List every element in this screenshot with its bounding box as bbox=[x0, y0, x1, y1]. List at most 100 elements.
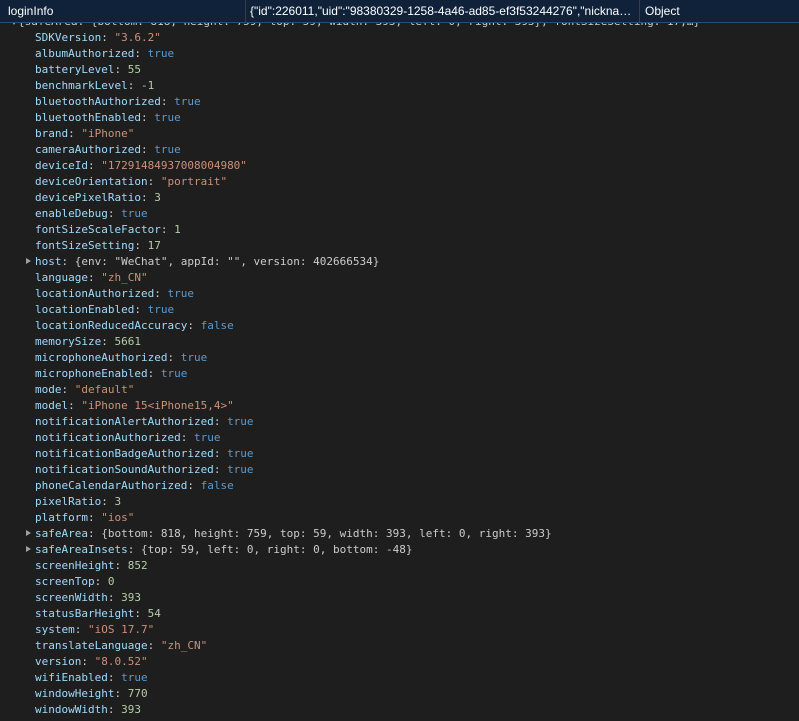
property-key: devicePixelRatio bbox=[35, 191, 141, 204]
property-key: locationAuthorized bbox=[35, 287, 155, 300]
property-value: 770 bbox=[127, 687, 148, 700]
property-value: true bbox=[154, 143, 181, 156]
property-key: windowHeight bbox=[35, 687, 115, 700]
property-key: SDKVersion bbox=[35, 31, 102, 44]
property-row-notificationSoundAuthorized[interactable]: notificationSoundAuthorized: true bbox=[0, 462, 799, 478]
property-key: notificationAuthorized bbox=[35, 431, 181, 444]
property-key: translateLanguage bbox=[35, 639, 148, 652]
triangle-right-icon[interactable] bbox=[26, 530, 31, 536]
property-row-microphoneEnabled[interactable]: microphoneEnabled: true bbox=[0, 366, 799, 382]
property-row-bluetoothAuthorized[interactable]: bluetoothAuthorized: true bbox=[0, 94, 799, 110]
property-key: notificationSoundAuthorized bbox=[35, 463, 214, 476]
property-value: "zh_CN" bbox=[160, 639, 208, 652]
property-key: screenHeight bbox=[35, 559, 115, 572]
property-value: {env: "WeChat", appId: "", version: 4026… bbox=[74, 255, 380, 268]
property-row-fontSizeSetting[interactable]: fontSizeSetting: 17 bbox=[0, 238, 799, 254]
property-value: "ios" bbox=[101, 511, 135, 524]
property-value: true bbox=[180, 351, 208, 364]
property-value: "default" bbox=[74, 383, 135, 396]
property-value: "17291484937008004980" bbox=[101, 159, 247, 172]
property-row-windowHeight[interactable]: windowHeight: 770 bbox=[0, 686, 799, 702]
property-key: microphoneEnabled bbox=[35, 367, 148, 380]
property-row-SDKVersion[interactable]: SDKVersion: "3.6.2" bbox=[0, 30, 799, 46]
variable-type: Object bbox=[639, 0, 799, 22]
property-row-windowWidth[interactable]: windowWidth: 393 bbox=[0, 702, 799, 718]
property-value: false bbox=[200, 319, 234, 332]
property-value: true bbox=[167, 287, 194, 300]
property-row-language[interactable]: language: "zh_CN" bbox=[0, 270, 799, 286]
property-row-locationEnabled[interactable]: locationEnabled: true bbox=[0, 302, 799, 318]
property-row-brand[interactable]: brand: "iPhone" bbox=[0, 126, 799, 142]
property-key: enableDebug bbox=[35, 207, 108, 220]
watch-header-row[interactable]: loginInfo {"id":226011,"uid":"98380329-1… bbox=[0, 0, 799, 23]
property-key: wifiEnabled bbox=[35, 671, 108, 684]
property-row-mode[interactable]: mode: "default" bbox=[0, 382, 799, 398]
property-row-system[interactable]: system: "iOS 17.7" bbox=[0, 622, 799, 638]
property-row-enableDebug[interactable]: enableDebug: true bbox=[0, 206, 799, 222]
property-row-screenWidth[interactable]: screenWidth: 393 bbox=[0, 590, 799, 606]
property-key: benchmarkLevel bbox=[35, 79, 128, 92]
property-row-microphoneAuthorized[interactable]: microphoneAuthorized: true bbox=[0, 350, 799, 366]
property-value: 55 bbox=[127, 63, 141, 76]
property-key: fontSizeScaleFactor bbox=[35, 223, 161, 236]
property-row-memorySize[interactable]: memorySize: 5661 bbox=[0, 334, 799, 350]
property-row-benchmarkLevel[interactable]: benchmarkLevel: -1 bbox=[0, 78, 799, 94]
property-value: true bbox=[160, 367, 188, 380]
property-key: safeArea bbox=[35, 527, 88, 540]
property-key: pixelRatio bbox=[35, 495, 102, 508]
property-row-screenTop[interactable]: screenTop: 0 bbox=[0, 574, 799, 590]
property-row-deviceOrientation[interactable]: deviceOrientation: "portrait" bbox=[0, 174, 799, 190]
property-row-devicePixelRatio[interactable]: devicePixelRatio: 3 bbox=[0, 190, 799, 206]
property-row-notificationBadgeAuthorized[interactable]: notificationBadgeAuthorized: true bbox=[0, 446, 799, 462]
property-row-host[interactable]: host: {env: "WeChat", appId: "", version… bbox=[0, 254, 799, 270]
property-value: 852 bbox=[127, 559, 148, 572]
property-key: brand bbox=[35, 127, 69, 140]
variable-value[interactable]: {"id":226011,"uid":"98380329-1258-4a46-a… bbox=[245, 0, 639, 22]
property-row-notificationAuthorized[interactable]: notificationAuthorized: true bbox=[0, 430, 799, 446]
property-value: true bbox=[154, 111, 181, 124]
property-key: notificationAlertAuthorized bbox=[35, 415, 214, 428]
property-row-version[interactable]: version: "8.0.52" bbox=[0, 654, 799, 670]
property-row-model[interactable]: model: "iPhone 15<iPhone15,4>" bbox=[0, 398, 799, 414]
property-key: albumAuthorized bbox=[35, 47, 135, 60]
property-row-cameraAuthorized[interactable]: cameraAuthorized: true bbox=[0, 142, 799, 158]
property-key: bluetoothEnabled bbox=[35, 111, 141, 124]
property-row-notificationAlertAuthorized[interactable]: notificationAlertAuthorized: true bbox=[0, 414, 799, 430]
property-value: 1 bbox=[174, 223, 181, 236]
property-row-deviceId[interactable]: deviceId: "17291484937008004980" bbox=[0, 158, 799, 174]
property-row-screenHeight[interactable]: screenHeight: 852 bbox=[0, 558, 799, 574]
property-key: screenTop bbox=[35, 575, 95, 588]
variable-tree: {safeArea: {bottom: 818, height: 759, to… bbox=[0, 13, 799, 721]
property-key: host bbox=[35, 255, 62, 268]
property-value: "3.6.2" bbox=[114, 31, 161, 44]
triangle-right-icon[interactable] bbox=[26, 546, 31, 552]
property-value: true bbox=[193, 431, 221, 444]
property-key: fontSizeSetting bbox=[35, 239, 135, 252]
property-row-platform[interactable]: platform: "ios" bbox=[0, 510, 799, 526]
property-row-phoneCalendarAuthorized[interactable]: phoneCalendarAuthorized: false bbox=[0, 478, 799, 494]
property-row-bluetoothEnabled[interactable]: bluetoothEnabled: true bbox=[0, 110, 799, 126]
property-value: 17 bbox=[147, 239, 161, 252]
property-row-translateLanguage[interactable]: translateLanguage: "zh_CN" bbox=[0, 638, 799, 654]
property-row-albumAuthorized[interactable]: albumAuthorized: true bbox=[0, 46, 799, 62]
property-row-safeArea[interactable]: safeArea: {bottom: 818, height: 759, top… bbox=[0, 526, 799, 542]
property-value: 0 bbox=[107, 575, 115, 588]
property-row-locationAuthorized[interactable]: locationAuthorized: true bbox=[0, 286, 799, 302]
property-value: 3 bbox=[114, 495, 122, 508]
property-row-pixelRatio[interactable]: pixelRatio: 3 bbox=[0, 494, 799, 510]
property-value: true bbox=[147, 47, 175, 60]
property-row-locationReducedAccuracy[interactable]: locationReducedAccuracy: false bbox=[0, 318, 799, 334]
property-key: microphoneAuthorized bbox=[35, 351, 168, 364]
property-key: language bbox=[35, 271, 88, 284]
property-key: cameraAuthorized bbox=[35, 143, 141, 156]
variable-name[interactable]: loginInfo bbox=[0, 0, 245, 22]
property-row-statusBarHeight[interactable]: statusBarHeight: 54 bbox=[0, 606, 799, 622]
property-value: true bbox=[227, 415, 254, 428]
property-row-wifiEnabled[interactable]: wifiEnabled: true bbox=[0, 670, 799, 686]
property-value: {bottom: 818, height: 759, top: 59, widt… bbox=[101, 527, 552, 540]
property-row-batteryLevel[interactable]: batteryLevel: 55 bbox=[0, 62, 799, 78]
property-row-fontSizeScaleFactor[interactable]: fontSizeScaleFactor: 1 bbox=[0, 222, 799, 238]
property-value: true bbox=[121, 671, 148, 684]
triangle-right-icon[interactable] bbox=[26, 258, 31, 264]
property-row-safeAreaInsets[interactable]: safeAreaInsets: {top: 59, left: 0, right… bbox=[0, 542, 799, 558]
